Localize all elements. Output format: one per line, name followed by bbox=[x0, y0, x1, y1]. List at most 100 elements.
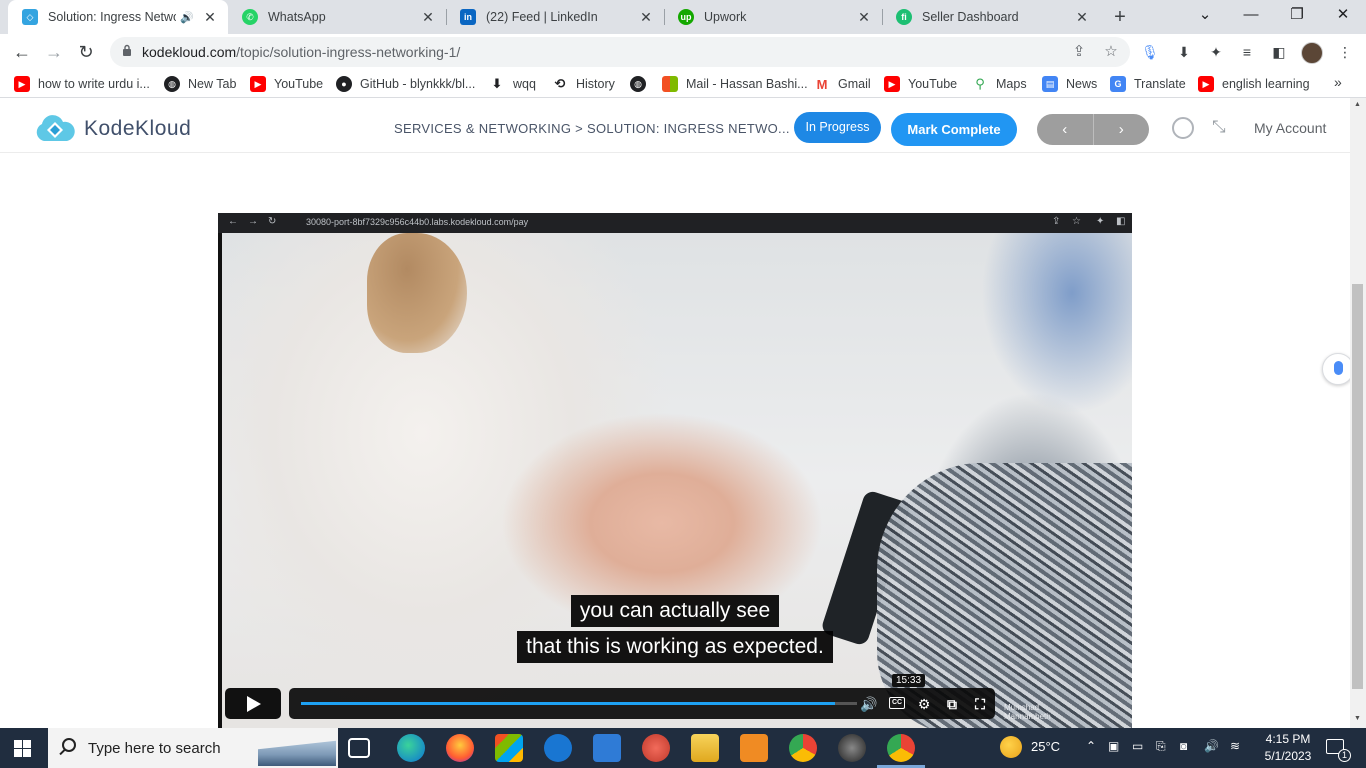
close-icon[interactable]: ✕ bbox=[1074, 9, 1090, 26]
video-inner-url: 30080-port-8bf7329c956c44b0.labs.kodeklo… bbox=[306, 217, 529, 227]
close-icon[interactable]: ✕ bbox=[420, 9, 436, 26]
network-adapter-icon[interactable]: ▣ bbox=[1108, 739, 1119, 753]
previous-lesson-button[interactable]: ‹ bbox=[1037, 114, 1093, 145]
more-bookmarks-icon[interactable]: » bbox=[1334, 74, 1342, 90]
caption-line: you can actually see bbox=[218, 595, 1132, 627]
settings-icon[interactable]: ⚙ bbox=[914, 694, 934, 714]
download-extension-icon[interactable]: ⬇ bbox=[1175, 43, 1193, 61]
taskbar-search[interactable]: Type here to search bbox=[48, 728, 338, 768]
progress-played[interactable] bbox=[301, 702, 835, 705]
tab-kodekloud[interactable]: ◇ Solution: Ingress Networ 🔊 ✕ bbox=[8, 0, 228, 34]
bookmark-label: Mail - Hassan Bashi... bbox=[686, 77, 808, 91]
system-clock[interactable]: 4:15 PM 5/1/2023 bbox=[1258, 731, 1318, 765]
address-bar[interactable]: kodekloud.com/topic/solution-ingress-net… bbox=[110, 37, 1130, 67]
speaker-icon[interactable]: 🔊 bbox=[1204, 739, 1219, 753]
restore-button[interactable]: ❐ bbox=[1274, 0, 1320, 34]
new-tab-button[interactable]: + bbox=[1108, 5, 1132, 29]
weather-icon[interactable] bbox=[1000, 736, 1022, 758]
kodekloud-logo[interactable]: KodeKloud bbox=[34, 115, 191, 143]
bookmark-item[interactable]: ▶ YouTube bbox=[884, 75, 957, 93]
windows-taskbar: Type here to search 25°C ⌃ ▣ ▭ ⎘ ◙ 🔊 ≋ 4… bbox=[0, 728, 1366, 768]
bookmark-item[interactable]: ● GitHub - blynkkk/bl... bbox=[336, 75, 475, 93]
in-progress-button[interactable]: In Progress bbox=[794, 112, 881, 143]
bookmark-item[interactable]: ▶ how to write urdu i... bbox=[14, 75, 150, 93]
obs-icon[interactable] bbox=[838, 734, 866, 762]
side-panel-icon[interactable]: ◧ bbox=[1270, 43, 1288, 61]
bookmark-item[interactable]: ⟲ History bbox=[552, 75, 615, 93]
reload-button[interactable]: ↻ bbox=[72, 38, 100, 66]
swirl-app-icon[interactable] bbox=[642, 734, 670, 762]
temperature[interactable]: 25°C bbox=[1031, 739, 1060, 754]
youtube-icon: ▶ bbox=[884, 76, 900, 92]
windows-start-icon[interactable] bbox=[14, 740, 31, 757]
dark-mode-toggle-icon[interactable] bbox=[1172, 117, 1194, 139]
show-hidden-icons-icon[interactable]: ⌃ bbox=[1086, 739, 1096, 753]
share-icon[interactable]: ⇪ bbox=[1070, 43, 1088, 61]
fullscreen-icon[interactable]: ⛶ bbox=[970, 694, 990, 714]
tab-seller-dashboard[interactable]: fi Seller Dashboard ✕ bbox=[882, 0, 1100, 34]
extensions-icon[interactable]: ✦ bbox=[1207, 43, 1225, 61]
tab-linkedin[interactable]: in (22) Feed | LinkedIn ✕ bbox=[446, 0, 664, 34]
minimize-button[interactable]: — bbox=[1228, 0, 1274, 34]
page-scrollbar[interactable]: ▲ ▼ bbox=[1350, 98, 1366, 728]
avatar[interactable] bbox=[1301, 42, 1323, 64]
tab-search-button[interactable]: ⌄ bbox=[1182, 0, 1228, 34]
close-icon[interactable]: ✕ bbox=[856, 9, 872, 26]
skype-icon[interactable] bbox=[544, 734, 572, 762]
youtube-icon: ▶ bbox=[14, 76, 30, 92]
progress-remaining[interactable] bbox=[835, 702, 857, 705]
task-view-icon[interactable] bbox=[348, 738, 370, 758]
bookmark-item[interactable]: ◍ New Tab bbox=[164, 75, 236, 93]
edge-icon[interactable] bbox=[397, 734, 425, 762]
media-control-icon[interactable]: ≡ bbox=[1238, 43, 1256, 61]
scrollbar-thumb[interactable] bbox=[1352, 284, 1363, 689]
forward-button[interactable]: → bbox=[40, 38, 68, 66]
video-inner-browser-bar: ← → ↻ 30080-port-8bf7329c956c44b0.labs.k… bbox=[218, 213, 1132, 233]
scroll-up-icon[interactable]: ▲ bbox=[1354, 101, 1361, 108]
bookmark-item[interactable]: Mail - Hassan Bashi... bbox=[662, 75, 808, 93]
usb-icon[interactable]: ⎘ bbox=[1156, 739, 1166, 754]
mark-complete-button[interactable]: Mark Complete bbox=[891, 113, 1017, 146]
tab-upwork[interactable]: up Upwork ✕ bbox=[664, 0, 882, 34]
picture-in-picture-icon[interactable]: ⧉ bbox=[942, 694, 962, 714]
bookmark-item[interactable]: ⚲ Maps bbox=[972, 75, 1026, 93]
play-button[interactable] bbox=[225, 688, 281, 719]
close-icon[interactable]: ✕ bbox=[202, 9, 218, 26]
microphone-icon[interactable]: 🎙 bbox=[1141, 43, 1159, 61]
video-player[interactable]: ← → ↻ 30080-port-8bf7329c956c44b0.labs.k… bbox=[218, 213, 1132, 728]
bookmark-item[interactable]: G Translate bbox=[1110, 75, 1186, 93]
wifi-icon[interactable]: ≋ bbox=[1230, 739, 1240, 753]
display-icon[interactable]: ▭ bbox=[1132, 739, 1143, 753]
play-icon bbox=[247, 696, 261, 712]
mail-icon[interactable] bbox=[593, 734, 621, 762]
bookmark-item[interactable]: M Gmail bbox=[814, 75, 871, 93]
chrome-profile-icon[interactable] bbox=[877, 734, 925, 768]
volume-icon[interactable]: 🔊 bbox=[859, 694, 879, 714]
bookmark-label: New Tab bbox=[188, 77, 237, 91]
speaker-icon[interactable]: 🔊 bbox=[180, 11, 194, 24]
back-button[interactable]: ← bbox=[8, 38, 36, 66]
breadcrumb[interactable]: SERVICES & NETWORKING > SOLUTION: INGRES… bbox=[394, 121, 790, 136]
bookmark-item[interactable]: ▶ YouTube bbox=[250, 75, 323, 93]
settings-app-icon[interactable] bbox=[740, 734, 768, 762]
file-explorer-icon[interactable] bbox=[691, 734, 719, 762]
star-icon[interactable]: ☆ bbox=[1102, 43, 1120, 61]
bookmark-item[interactable]: ▤ News bbox=[1042, 75, 1097, 93]
my-account-link[interactable]: My Account bbox=[1254, 120, 1326, 136]
close-window-button[interactable]: ✕ bbox=[1320, 0, 1366, 34]
gmail-icon: M bbox=[816, 76, 828, 92]
bookmark-item[interactable]: ▶ english learning bbox=[1198, 75, 1310, 93]
menu-icon[interactable]: ⋮ bbox=[1336, 43, 1354, 61]
captions-icon[interactable]: CC bbox=[889, 697, 905, 709]
bookmark-item[interactable]: ⬇ wqq bbox=[489, 75, 536, 93]
camera-icon[interactable]: ◙ bbox=[1180, 739, 1187, 753]
bookmark-item[interactable]: ◍ bbox=[630, 75, 654, 93]
close-icon[interactable]: ✕ bbox=[638, 9, 654, 26]
scroll-down-icon[interactable]: ▼ bbox=[1354, 715, 1361, 722]
firefox-icon[interactable] bbox=[446, 734, 474, 762]
chrome-icon[interactable] bbox=[789, 734, 817, 762]
collapse-icon[interactable]: ⤡ bbox=[1212, 117, 1226, 137]
tab-whatsapp[interactable]: ✆ WhatsApp ✕ bbox=[228, 0, 446, 34]
store-icon[interactable] bbox=[495, 734, 523, 762]
next-lesson-button[interactable]: › bbox=[1094, 114, 1150, 145]
